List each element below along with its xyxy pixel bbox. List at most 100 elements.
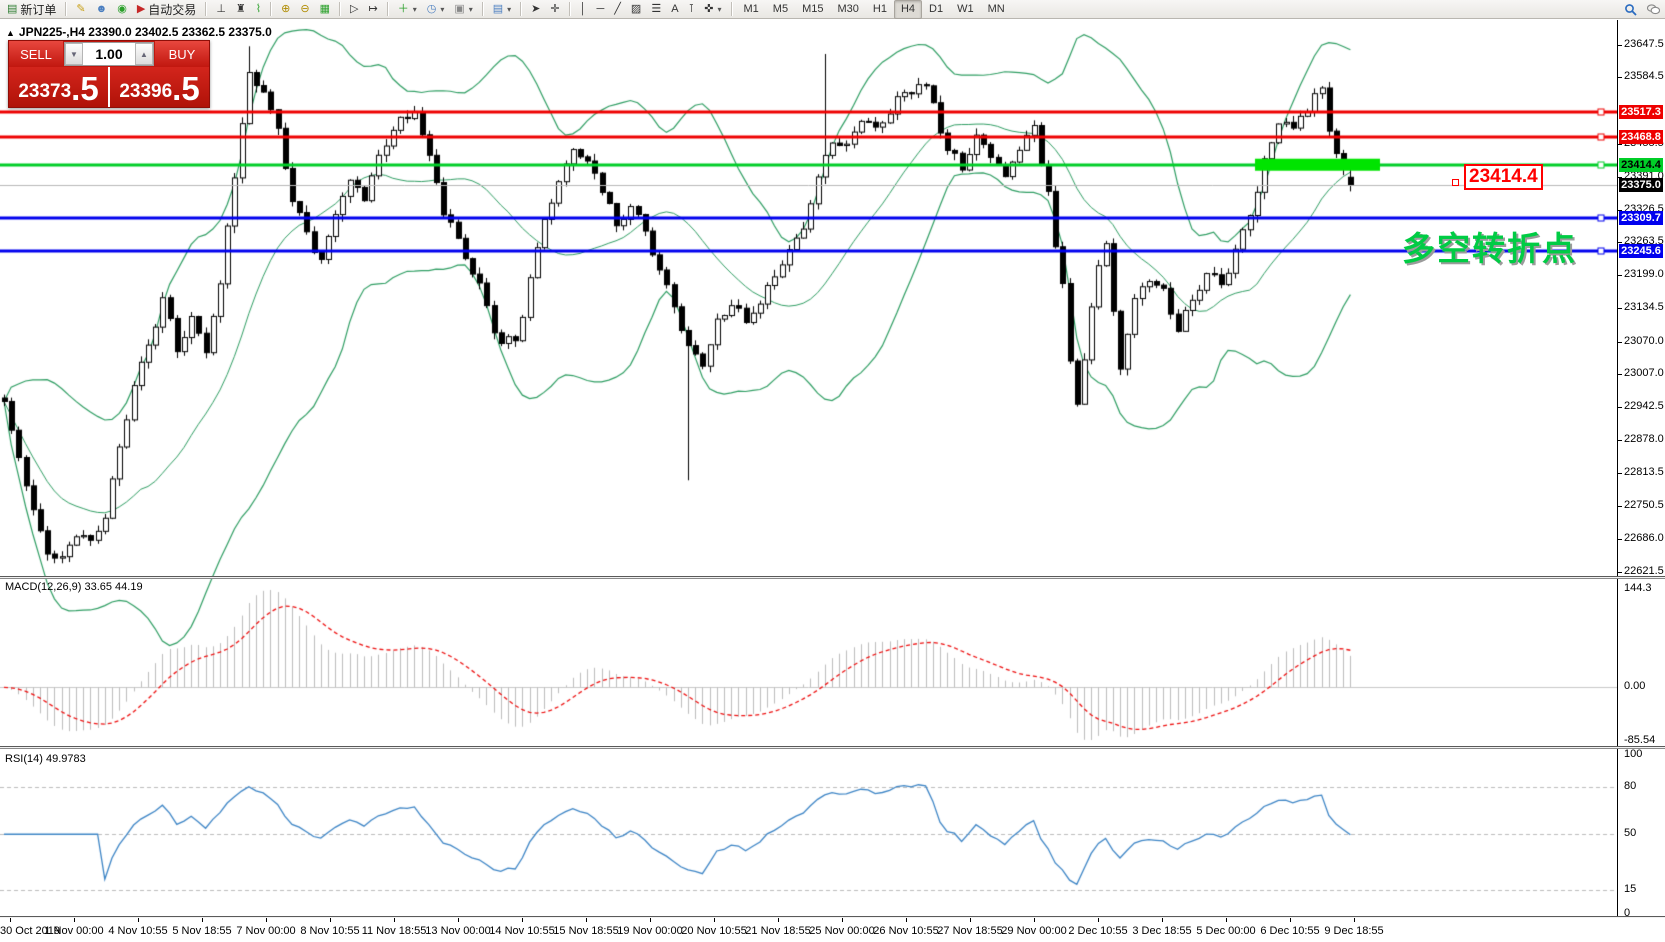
vline-button[interactable]: │ (575, 0, 592, 19)
rsi-axis-label: 15 (1624, 883, 1636, 895)
zoom-in-button[interactable]: ⊕ (276, 0, 295, 19)
timeframe-mn-button[interactable]: MN (981, 0, 1012, 19)
time-axis-tick (1290, 918, 1291, 922)
price-axis-tick (1617, 144, 1622, 145)
chart-shift-button[interactable]: ↦ (363, 0, 382, 19)
sep9 (731, 2, 733, 16)
time-axis-tick (74, 918, 75, 922)
indicators-button[interactable]: ＋▾ (393, 0, 422, 19)
timeframe-w1-button[interactable]: W1 (950, 0, 981, 19)
volume-down-button[interactable]: ▼ (65, 43, 83, 65)
time-axis-label: 3 Dec 18:55 (1132, 925, 1191, 937)
search-icon[interactable] (1619, 0, 1642, 19)
time-axis-label: 13 Nov 00:00 (425, 925, 490, 937)
line-chart-button[interactable]: ⌇ (251, 0, 266, 19)
price-axis-tick (1617, 342, 1622, 343)
timeframe-d1-button[interactable]: D1 (922, 0, 950, 19)
sep8 (569, 2, 571, 16)
bid-price-badge: 23375.0 (1619, 178, 1663, 192)
chart-canvas[interactable] (0, 20, 1617, 918)
timeframe-m5-button[interactable]: M5 (766, 0, 795, 19)
chevron-down-icon[interactable]: ▾ (440, 5, 444, 14)
timeframe-m15-button[interactable]: M15 (795, 0, 830, 19)
chevron-down-icon[interactable]: ▾ (507, 5, 511, 14)
autotrading-button[interactable]: ▶自动交易 (132, 0, 201, 19)
time-axis-label: 4 Nov 10:55 (108, 925, 167, 937)
volume-up-button[interactable]: ▲ (135, 43, 153, 65)
time-axis-tick (586, 918, 587, 922)
buy-button[interactable]: BUY (155, 41, 209, 67)
highlight-tool-button[interactable]: ✎ (71, 0, 90, 19)
macd-axis-min: -85.54 (1624, 734, 1655, 746)
buy-price[interactable]: 23396 .5 (110, 67, 209, 107)
search-icon (1624, 3, 1637, 16)
buy-price-int: 23396 (119, 79, 172, 105)
sep5 (387, 2, 389, 16)
timeframe-m1-button[interactable]: M1 (737, 0, 766, 19)
text-icon: A (671, 1, 678, 18)
trendline-icon: ╱ (614, 1, 621, 18)
sell-price[interactable]: 23373 .5 (9, 67, 110, 107)
time-axis-label: 26 Nov 10:55 (873, 925, 938, 937)
timeframe-h1-button[interactable]: H1 (866, 0, 894, 19)
one-click-trade-panel: SELL ▼ ▲ BUY 23373 .5 23396 .5 (8, 40, 210, 108)
profile-button[interactable]: ☻ (91, 0, 113, 19)
pane-separator-rsi[interactable] (0, 746, 1665, 749)
hline-button[interactable]: ─ (591, 0, 609, 19)
macd-axis-max: 144.3 (1624, 582, 1652, 594)
crosshair-button[interactable]: ✛ (545, 0, 564, 19)
sep1 (65, 2, 67, 16)
chat-icon[interactable] (1642, 0, 1665, 19)
time-axis-label: 1 Nov 00:00 (44, 925, 103, 937)
zoom-out-icon: ⊖ (300, 1, 309, 18)
auto-scroll-button[interactable]: ▷ (345, 0, 363, 19)
trendline-button[interactable]: ╱ (609, 0, 626, 19)
text-button[interactable]: A (666, 0, 683, 19)
sell-button[interactable]: SELL (9, 41, 63, 67)
price-axis-label: 22942.5 (1624, 400, 1664, 412)
channel-button[interactable]: ▨ (626, 0, 646, 19)
toolbar: ▤新订单✎☻◉▶自动交易⊥♜⌇⊕⊖▦▷↦＋▾◷▾▣▾▤▾➤✛│─╱▨☰A⊺✜▾M… (0, 0, 1665, 19)
sep7 (520, 2, 522, 16)
volume-input[interactable] (83, 43, 135, 65)
timeframe-h4-button[interactable]: H4 (894, 0, 922, 19)
pane-separator-macd[interactable] (0, 576, 1665, 579)
zoom-out-button[interactable]: ⊖ (295, 0, 314, 19)
collapse-arrow-icon[interactable]: ▲ (6, 28, 15, 38)
time-axis-tick (458, 918, 459, 922)
time-axis-label: 25 Nov 00:00 (809, 925, 874, 937)
time-axis-label: 14 Nov 10:55 (489, 925, 554, 937)
sep4 (339, 2, 341, 16)
templates-button[interactable]: ▣▾ (449, 0, 477, 19)
time-axis-label: 5 Dec 00:00 (1196, 925, 1255, 937)
arrows-button[interactable]: ✜▾ (699, 0, 726, 19)
label-button[interactable]: ⊺ (684, 0, 700, 19)
time-axis-label: 29 Nov 00:00 (1001, 925, 1066, 937)
turning-point-annotation[interactable]: 多空转折点 (1402, 222, 1577, 270)
chevron-down-icon[interactable]: ▾ (717, 5, 721, 14)
tile-windows-button[interactable]: ▦ (315, 0, 335, 19)
time-axis-label: 5 Nov 18:55 (172, 925, 231, 937)
timeframe-m30-button[interactable]: M30 (830, 0, 865, 19)
periods-button[interactable]: ◷▾ (422, 0, 450, 19)
time-axis[interactable]: 30 Oct 20191 Nov 00:004 Nov 10:555 Nov 1… (0, 918, 1665, 942)
time-axis-tick (842, 918, 843, 922)
price-axis-label: 23584.5 (1624, 70, 1664, 82)
new-order-button[interactable]: ▤新订单 (2, 0, 61, 19)
chevron-down-icon[interactable]: ▾ (413, 5, 417, 14)
time-axis-tick (1098, 918, 1099, 922)
signal-button[interactable]: ◉ (112, 0, 132, 19)
callout-anchor-handle[interactable] (1452, 179, 1459, 186)
bar-chart-button[interactable]: ⊥ (211, 0, 231, 19)
periods-icon: ◷ (427, 1, 437, 18)
price-axis-tick (1617, 45, 1622, 46)
signal-icon: ◉ (117, 1, 127, 18)
cursor-button[interactable]: ➤ (526, 0, 545, 19)
chart-area: ▲JPN225-,H4 23390.0 23402.5 23362.5 2337… (0, 19, 1665, 942)
time-axis-tick (1226, 918, 1227, 922)
chevron-down-icon[interactable]: ▾ (469, 5, 473, 14)
candle-chart-button[interactable]: ♜ (231, 0, 251, 19)
indicator-window-button[interactable]: ▤▾ (488, 0, 516, 19)
fibonacci-button[interactable]: ☰ (646, 0, 666, 19)
price-callout-label[interactable]: 23414.4 (1464, 164, 1543, 190)
